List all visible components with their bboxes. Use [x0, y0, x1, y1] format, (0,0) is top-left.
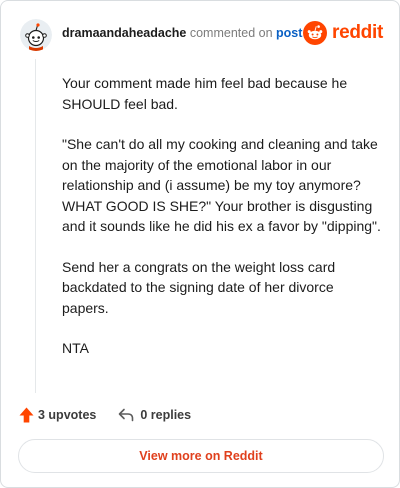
- upvote-arrow-icon: [19, 407, 34, 423]
- comment-paragraph: "She can't do all my cooking and cleanin…: [62, 136, 381, 234]
- comment-header: dramaandaheadache commented on post redd…: [20, 17, 383, 51]
- upvote-count: 3 upvotes: [38, 408, 97, 422]
- comment-paragraph: Your comment made him feel bad because h…: [62, 75, 348, 112]
- user-avatar[interactable]: [20, 19, 52, 51]
- upvote-button[interactable]: 3 upvotes: [19, 407, 96, 423]
- embedded-comment-card: dramaandaheadache commented on post redd…: [0, 0, 400, 488]
- comment-actions: 3 upvotes 0 replies: [19, 405, 191, 425]
- reddit-snoo-icon: [303, 21, 328, 45]
- reddit-logo[interactable]: reddit: [303, 19, 383, 47]
- view-more-button[interactable]: View more on Reddit: [18, 439, 384, 473]
- reply-arrow-icon: [119, 408, 134, 422]
- comment-paragraph: Send her a congrats on the weight loss c…: [62, 258, 336, 316]
- avatar-snoo-icon: [20, 19, 52, 51]
- comment-meta: dramaandaheadache commented on post: [62, 26, 302, 40]
- reply-count: 0 replies: [140, 408, 192, 422]
- commented-on-text: commented on: [189, 26, 273, 40]
- comment-paragraph: NTA: [62, 340, 89, 356]
- comment-body: Your comment made him feel bad because h…: [62, 73, 382, 379]
- thread-line: [35, 59, 36, 393]
- username-link[interactable]: dramaandaheadache: [62, 26, 186, 40]
- reddit-wordmark: reddit: [332, 22, 383, 43]
- reply-button[interactable]: 0 replies: [118, 408, 191, 422]
- post-link[interactable]: post: [276, 26, 302, 40]
